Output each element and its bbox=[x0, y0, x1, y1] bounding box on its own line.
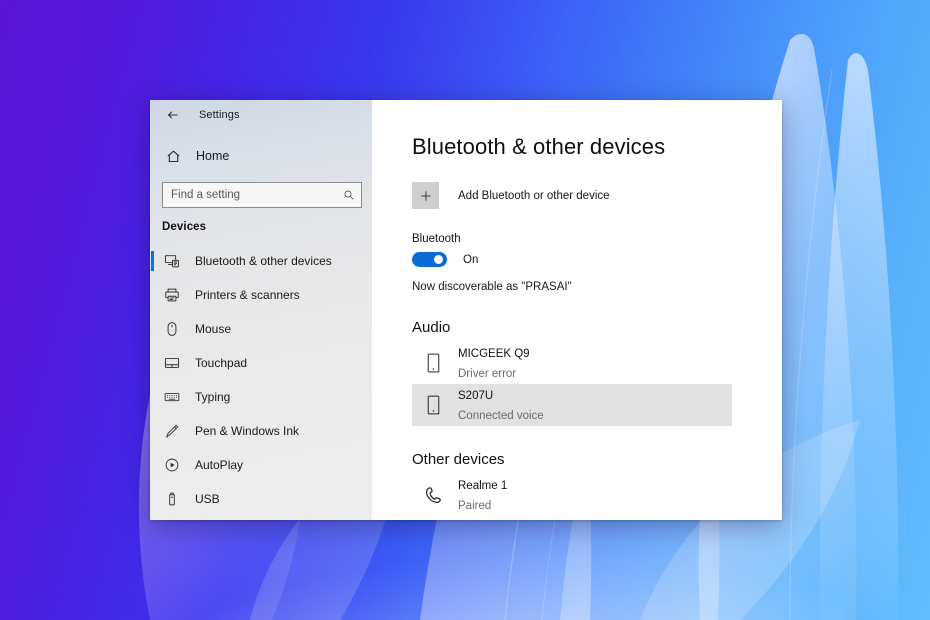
sidebar-item-printers-scanners[interactable]: Printers & scanners bbox=[150, 278, 372, 312]
sidebar-item-home[interactable]: Home bbox=[150, 142, 372, 170]
toggle-knob bbox=[434, 255, 443, 264]
add-bluetooth-device-button[interactable]: Add Bluetooth or other device bbox=[412, 182, 782, 209]
sidebar-item-label: USB bbox=[195, 492, 220, 506]
back-arrow-icon[interactable] bbox=[161, 104, 185, 126]
bluetooth-toggle[interactable] bbox=[412, 252, 447, 267]
bluetooth-devices-icon bbox=[162, 251, 182, 271]
desktop-wallpaper: Settings Home Device bbox=[0, 0, 930, 620]
device-info: Realme 1 Paired bbox=[458, 475, 507, 516]
sidebar-item-label: Mouse bbox=[195, 322, 231, 336]
autoplay-icon bbox=[162, 455, 182, 475]
discoverable-text: Now discoverable as "PRASAI" bbox=[412, 281, 782, 293]
add-device-label: Add Bluetooth or other device bbox=[458, 190, 610, 202]
device-info: MICGEEK Q9 Driver error bbox=[458, 343, 530, 384]
device-list-audio: MICGEEK Q9 Driver error S207U Connected … bbox=[412, 342, 782, 426]
device-status: Driver error bbox=[458, 368, 516, 380]
keyboard-icon bbox=[162, 387, 182, 407]
sidebar-item-label: Bluetooth & other devices bbox=[195, 254, 332, 268]
mouse-icon bbox=[162, 319, 182, 339]
device-row-realme-1[interactable]: Realme 1 Paired bbox=[412, 474, 732, 516]
sidebar-item-bluetooth-other-devices[interactable]: Bluetooth & other devices bbox=[150, 244, 372, 278]
sidebar-item-autoplay[interactable]: AutoPlay bbox=[150, 448, 372, 482]
sidebar-item-mouse[interactable]: Mouse bbox=[150, 312, 372, 346]
settings-window: Settings Home Device bbox=[150, 100, 782, 520]
bluetooth-section-label: Bluetooth bbox=[412, 233, 782, 245]
sidebar-item-pen-windows-ink[interactable]: Pen & Windows Ink bbox=[150, 414, 372, 448]
bluetooth-toggle-state: On bbox=[463, 254, 478, 266]
search-icon[interactable] bbox=[343, 189, 355, 201]
window-title: Settings bbox=[199, 109, 240, 121]
phone-device-icon bbox=[422, 350, 444, 376]
phone-device-icon bbox=[422, 392, 444, 418]
group-heading-other-devices: Other devices bbox=[412, 451, 782, 468]
pen-icon bbox=[162, 421, 182, 441]
sidebar-item-label: Printers & scanners bbox=[195, 288, 300, 302]
sidebar-nav-list: Bluetooth & other devices Printers & sca… bbox=[150, 244, 372, 516]
bluetooth-toggle-row: On bbox=[412, 252, 782, 267]
group-heading-audio: Audio bbox=[412, 319, 782, 336]
page-title: Bluetooth & other devices bbox=[412, 134, 782, 160]
device-row-s207u[interactable]: S207U Connected voice bbox=[412, 384, 732, 426]
sidebar-item-usb[interactable]: USB bbox=[150, 482, 372, 516]
device-status: Paired bbox=[458, 500, 491, 512]
settings-sidebar: Settings Home Device bbox=[150, 100, 372, 520]
plus-icon bbox=[412, 182, 439, 209]
settings-content-pane: Bluetooth & other devices Add Bluetooth … bbox=[372, 100, 782, 520]
sidebar-item-label: Typing bbox=[195, 390, 230, 404]
usb-icon bbox=[162, 489, 182, 509]
sidebar-group-title: Devices bbox=[162, 221, 372, 233]
sidebar-item-label: AutoPlay bbox=[195, 458, 243, 472]
sidebar-home-label: Home bbox=[196, 149, 229, 163]
sidebar-item-touchpad[interactable]: Touchpad bbox=[150, 346, 372, 380]
device-name: S207U bbox=[458, 390, 493, 402]
sidebar-item-label: Touchpad bbox=[195, 356, 247, 370]
device-list-other: Realme 1 Paired bbox=[412, 474, 782, 516]
home-icon bbox=[162, 145, 184, 167]
sidebar-item-typing[interactable]: Typing bbox=[150, 380, 372, 414]
device-status: Connected voice bbox=[458, 410, 544, 422]
window-titlebar: Settings bbox=[150, 100, 372, 130]
device-name: MICGEEK Q9 bbox=[458, 348, 530, 360]
search-box[interactable] bbox=[162, 182, 362, 208]
touchpad-icon bbox=[162, 353, 182, 373]
search-input[interactable] bbox=[171, 189, 343, 201]
telephone-handset-icon bbox=[422, 482, 444, 508]
device-info: S207U Connected voice bbox=[458, 385, 544, 426]
device-row-micgeek-q9[interactable]: MICGEEK Q9 Driver error bbox=[412, 342, 732, 384]
printer-icon bbox=[162, 285, 182, 305]
device-name: Realme 1 bbox=[458, 480, 507, 492]
sidebar-item-label: Pen & Windows Ink bbox=[195, 424, 299, 438]
